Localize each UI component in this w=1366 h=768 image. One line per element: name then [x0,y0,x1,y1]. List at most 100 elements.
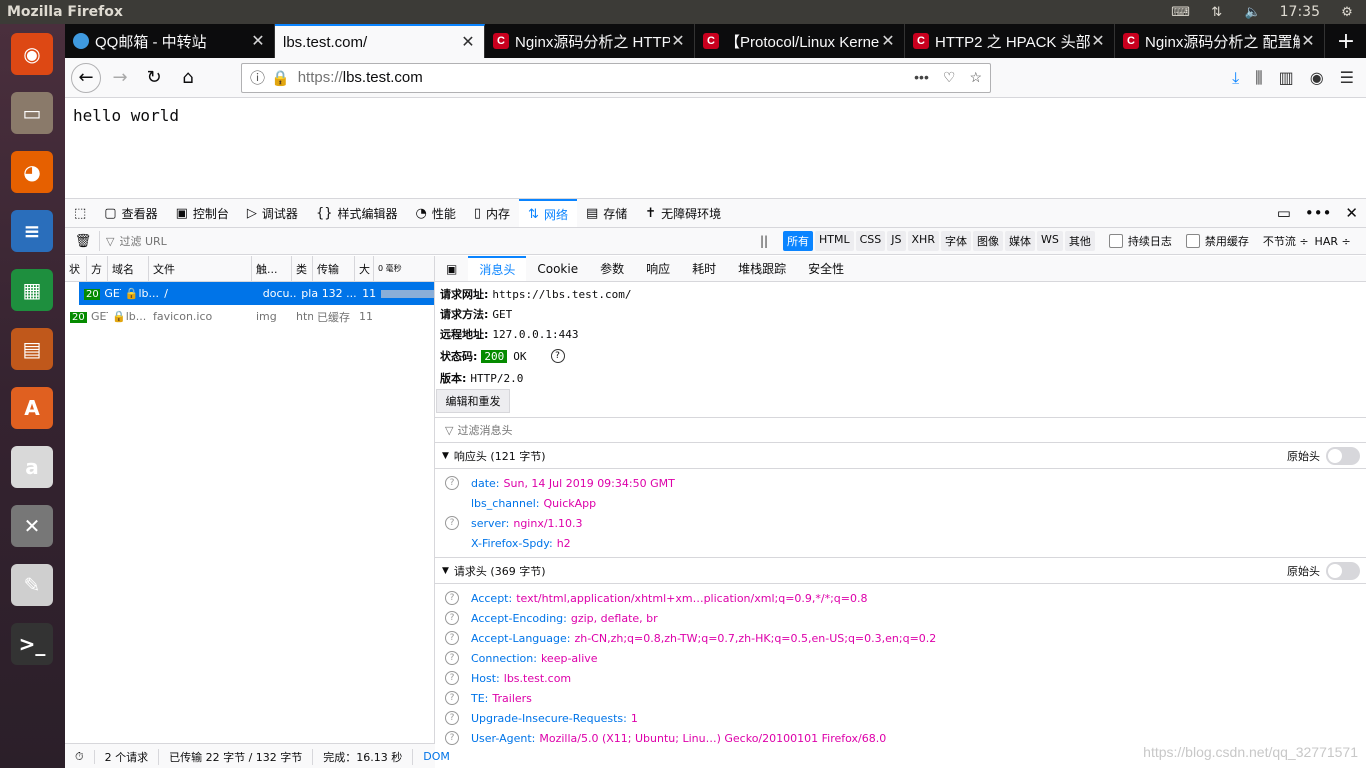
filter-all[interactable]: 所有 [783,231,813,251]
filter-css[interactable]: CSS [855,231,886,251]
col-file[interactable]: 文件 [149,255,252,282]
header-row[interactable]: ? Upgrade-Insecure-Requests: 1 [435,708,1366,728]
clear-trash-icon[interactable]: 🗑 [71,234,95,249]
col-domain[interactable]: 域名 [108,255,149,282]
tab-lbs[interactable]: lbs.test.com/ ✕ [275,24,485,58]
edit-resend-button[interactable]: 编辑和重发 [436,389,510,413]
lock-warning-icon[interactable]: 🔒 [271,69,290,87]
col-type[interactable]: 类 [292,255,313,282]
terminal-icon[interactable]: >_ [6,618,58,670]
help-icon[interactable]: ? [445,591,459,605]
col-waterfall[interactable]: 0 毫秒 [374,256,434,282]
disable-cache-checkbox[interactable]: 禁用缓存 [1185,233,1249,249]
forward-button[interactable]: → [105,63,135,93]
filter-xhr[interactable]: XHR [907,231,939,251]
close-tab-icon[interactable]: ✕ [1090,31,1106,51]
tab-protocol[interactable]: C 【Protocol/Linux Kerne ✕ [695,24,905,58]
downloads-icon[interactable]: ⤓ [1232,68,1239,88]
toggle-sidebar-icon[interactable]: ▣ [435,256,468,281]
tab-response[interactable]: 响应 [635,256,681,281]
text-editor-icon[interactable]: ✎ [6,559,58,611]
header-row[interactable]: ? Accept-Encoding: gzip, deflate, br [435,608,1366,628]
header-row[interactable]: ? date: Sun, 14 Jul 2019 09:34:50 GMT [435,473,1366,493]
tab-timings[interactable]: 耗时 [681,256,727,281]
tab-performance[interactable]: ◔ 性能 [407,199,465,227]
header-row[interactable]: ? Host: lbs.test.com [435,668,1366,688]
calc-icon[interactable]: ▦ [6,264,58,316]
throttle-select[interactable]: 不节流 ÷ [1263,233,1309,249]
info-icon[interactable]: ⓘ [250,67,265,88]
filter-url-input[interactable]: ▽ 过滤 URL [99,231,719,251]
filter-html[interactable]: HTML [815,231,854,251]
close-tab-icon[interactable]: ✕ [1300,31,1316,51]
help-icon[interactable]: ? [445,711,459,725]
tab-style-editor[interactable]: {} 样式编辑器 [307,199,407,227]
header-row[interactable]: ? Connection: keep-alive [435,648,1366,668]
help-icon[interactable]: ? [445,731,459,745]
filter-images[interactable]: 图像 [972,231,1003,251]
close-tab-icon[interactable]: ✕ [670,31,686,51]
close-tab-icon[interactable]: ✕ [250,31,266,51]
tab-memory[interactable]: ▯ 内存 [465,199,519,227]
tab-nginx-http[interactable]: C Nginx源码分析之 HTTP ✕ [485,24,695,58]
system-gear-icon[interactable]: ⚙ [1338,4,1356,20]
header-row[interactable]: ? Accept-Language: zh-CN,zh;q=0.8,zh-TW;q=… [435,628,1366,648]
help-icon[interactable]: ? [445,611,459,625]
col-cause[interactable]: 触... [252,255,292,282]
header-row[interactable]: ? TE: Trailers [435,688,1366,708]
pocket-icon[interactable]: ♡ [943,69,956,86]
stopwatch-icon[interactable]: ⏱ [65,749,95,764]
back-button[interactable]: ← [71,62,101,93]
help-icon[interactable]: ? [445,691,459,705]
clock[interactable]: 17:35 [1280,4,1320,20]
table-row[interactable]: 20 GET 🔒lb... favicon.ico img htm 已缓存 11 [65,305,434,328]
raw-headers-toggle[interactable] [1326,446,1360,465]
help-icon[interactable]: ? [445,671,459,685]
col-status[interactable]: 状 [65,255,87,282]
help-icon[interactable]: ? [445,651,459,665]
tab-stack-trace[interactable]: 堆栈跟踪 [727,256,797,281]
writer-icon[interactable]: ≡ [6,205,58,257]
tab-debugger[interactable]: ▷ 调试器 [238,199,307,227]
response-headers-section[interactable]: ▼ 响应头 (121 字节) 原始头 [435,443,1366,469]
help-icon[interactable]: ? [445,631,459,645]
header-row[interactable]: lbs_channel: QuickApp [435,493,1366,513]
tab-network[interactable]: ⇅ 网络 [519,199,577,227]
account-icon[interactable]: ◉ [1310,68,1324,87]
menu-icon[interactable]: ☰ [1340,68,1354,87]
persist-log-checkbox[interactable]: 持续日志 [1108,233,1172,249]
table-row[interactable]: 20 GET 🔒lb... / docu... plai 132 ... 11 [79,282,434,305]
filter-other[interactable]: 其他 [1064,231,1095,251]
page-actions-icon[interactable]: ••• [914,69,929,86]
sidebar-icon[interactable]: ▥ [1279,68,1294,87]
filter-media[interactable]: 媒体 [1004,231,1035,251]
tab-console[interactable]: ▣ 控制台 [167,199,238,227]
tab-accessibility[interactable]: ✝ 无障碍环境 [636,199,730,227]
firefox-icon[interactable]: ◕ [6,146,58,198]
files-icon[interactable]: ▭ [6,87,58,139]
close-tab-icon[interactable]: ✕ [880,31,896,51]
tab-nginx-config[interactable]: C Nginx源码分析之 配置解 ✕ [1115,24,1325,58]
help-icon[interactable]: ? [445,476,459,490]
tab-hpack[interactable]: C HTTP2 之 HPACK 头部压 ✕ [905,24,1115,58]
tab-headers[interactable]: 消息头 [468,256,527,281]
new-tab-button[interactable]: + [1326,24,1366,58]
col-size[interactable]: 大 [355,255,374,282]
tab-qqmail[interactable]: QQ邮箱 - 中转站 ✕ [65,24,275,58]
network-icon[interactable]: ⇅ [1208,4,1226,20]
tab-inspector[interactable]: ▢ 查看器 [95,199,166,227]
amazon-icon[interactable]: a [6,441,58,493]
volume-icon[interactable]: 🔈 [1244,4,1262,20]
url-bar[interactable]: ⓘ 🔒 https://lbs.test.com ••• ♡ ☆ [241,62,991,93]
close-devtools-icon[interactable]: ✕ [1345,204,1358,222]
library-icon[interactable]: ⫼ [1255,68,1262,88]
keyboard-icon[interactable]: ⌨ [1171,4,1190,20]
header-row[interactable]: ? server: nginx/1.10.3 [435,513,1366,533]
header-row[interactable]: ? Accept: text/html,application/xhtml+xm…p… [435,588,1366,608]
element-picker-button[interactable]: ⬚ [65,199,95,227]
tab-cookies[interactable]: Cookie [526,256,589,281]
help-icon[interactable]: ? [550,349,565,363]
col-transferred[interactable]: 传输 [313,255,355,282]
dock-icon[interactable]: ▭ [1277,204,1291,222]
filter-js[interactable]: JS [887,231,906,251]
